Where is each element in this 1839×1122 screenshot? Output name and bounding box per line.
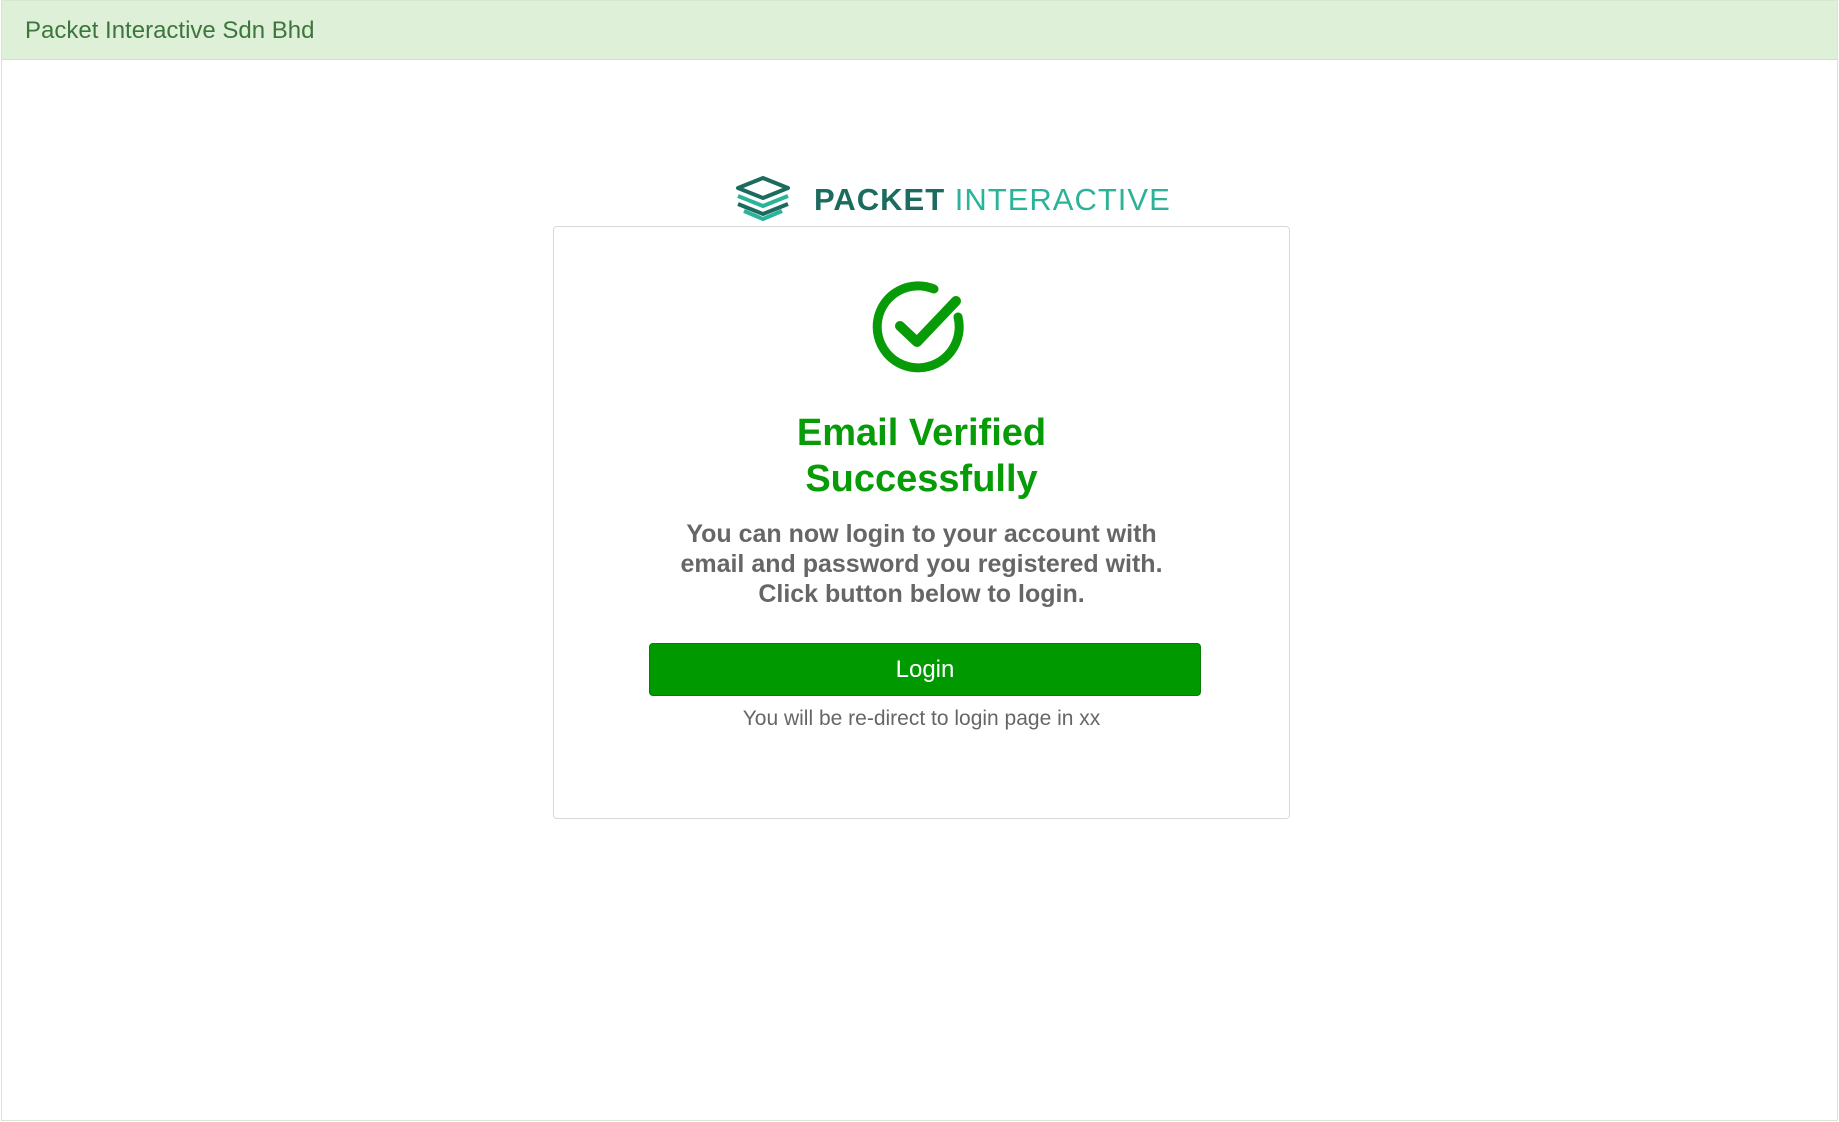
instruction-message: You can now login to your account with e… (554, 519, 1289, 609)
logo-wordmark: PACKET INTERACTIVE (814, 182, 1171, 218)
brand-logo: PACKET INTERACTIVE (736, 176, 1170, 226)
logo-word-interactive: INTERACTIVE (954, 182, 1171, 217)
success-heading: Email Verified Successfully (554, 410, 1289, 502)
message-line: Click button below to login. (758, 580, 1085, 608)
check-circle-icon (872, 281, 964, 373)
success-heading-line: Email Verified (796, 412, 1047, 454)
message-line: You can now login to your account with (686, 520, 1157, 548)
top-bar: Packet Interactive Sdn Bhd (2, 1, 1837, 60)
redirect-countdown-text: You will be re-direct to login page in x… (742, 707, 1101, 730)
success-heading-line: Successfully (805, 458, 1038, 500)
stacked-layers-icon (736, 176, 790, 221)
message-line: email and password you registered with. (680, 550, 1163, 578)
login-button[interactable]: Login (649, 643, 1201, 696)
verification-card: Email Verified Successfully You can now … (553, 226, 1290, 819)
logo-word-packet: PACKET (814, 182, 946, 217)
page-frame: Packet Interactive Sdn Bhd PACKET INTERA… (1, 0, 1838, 1121)
company-name: Packet Interactive Sdn Bhd (25, 17, 315, 44)
